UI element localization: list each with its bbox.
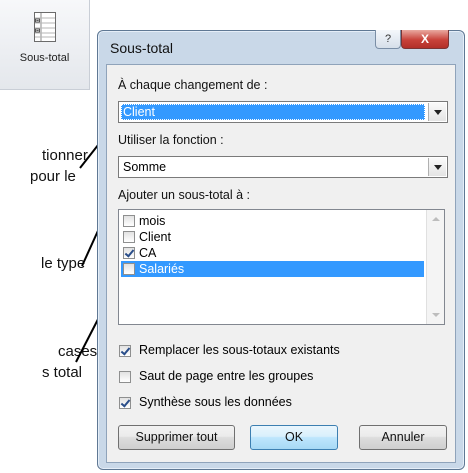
- function-combobox[interactable]: Somme: [118, 156, 448, 178]
- list-item-label: CA: [139, 246, 157, 260]
- checkbox-client[interactable]: [123, 231, 135, 243]
- option-replace-label: Remplacer les sous-totaux existants: [139, 343, 340, 357]
- subtotal-dialog: Sous-total ? X À chaque changement de : …: [97, 30, 465, 470]
- annotation-text-5: s total: [42, 364, 83, 381]
- dialog-title: Sous-total: [110, 40, 174, 56]
- chevron-down-icon[interactable]: [428, 158, 446, 176]
- subtotal-grid-icon: [34, 12, 56, 42]
- checkbox-ca[interactable]: [123, 247, 135, 259]
- scroll-down-arrow-icon[interactable]: [432, 313, 440, 317]
- ok-button[interactable]: OK: [250, 425, 338, 450]
- cancel-button[interactable]: Annuler: [359, 425, 447, 450]
- annotation-text-2: pour le: [30, 168, 76, 185]
- list-item-client[interactable]: Client: [121, 229, 424, 245]
- list-item-ca[interactable]: CA: [121, 245, 424, 261]
- subtotal-columns-list[interactable]: mois Client CA Salariés: [118, 209, 445, 325]
- scroll-up-arrow-icon[interactable]: [432, 217, 440, 221]
- list-item-label: mois: [139, 214, 166, 228]
- help-button[interactable]: ?: [375, 30, 401, 49]
- list-item-salaries[interactable]: Salariés: [121, 261, 424, 277]
- group-by-value: Client: [121, 104, 425, 120]
- option-summary-below-label: Synthèse sous les données: [139, 395, 292, 409]
- annotation-text-1: tionner: [42, 147, 88, 164]
- group-by-label-text: À chaque changement de :: [118, 78, 268, 92]
- annotation-text-3: le type: [41, 255, 86, 272]
- function-label: Utiliser la fonction :: [118, 133, 224, 147]
- annotation-text-4: cases: [58, 343, 98, 360]
- list-item-label: Client: [139, 230, 171, 244]
- list-scrollbar[interactable]: [426, 210, 444, 324]
- add-subtotal-label-text: Ajouter un sous-total à :: [118, 188, 251, 202]
- group-by-combobox[interactable]: Client: [118, 101, 448, 123]
- checkbox-summary-below[interactable]: [119, 397, 131, 409]
- chevron-down-icon[interactable]: [428, 103, 446, 121]
- function-label-text: Utiliser la fonction :: [118, 133, 224, 147]
- list-item-mois[interactable]: mois: [121, 213, 424, 229]
- checkbox-salaries[interactable]: [123, 263, 135, 275]
- subtotal-ribbon-button[interactable]: Sous-total: [0, 0, 90, 90]
- checkbox-mois[interactable]: [123, 215, 135, 227]
- option-page-break-label: Saut de page entre les groupes: [139, 369, 314, 383]
- checkbox-replace-existing[interactable]: [119, 345, 131, 357]
- checkbox-page-break[interactable]: [119, 371, 131, 383]
- function-value: Somme: [123, 160, 167, 174]
- dialog-body: À chaque changement de : Client Utiliser…: [106, 64, 456, 463]
- remove-all-button[interactable]: Supprimer tout: [118, 425, 235, 450]
- subtotal-ribbon-label: Sous-total: [19, 52, 70, 64]
- group-by-label: À chaque changement de :: [118, 78, 267, 92]
- list-item-label: Salariés: [139, 262, 185, 276]
- add-subtotal-label: Ajouter un sous-total à :: [118, 188, 250, 202]
- close-button[interactable]: X: [401, 30, 449, 49]
